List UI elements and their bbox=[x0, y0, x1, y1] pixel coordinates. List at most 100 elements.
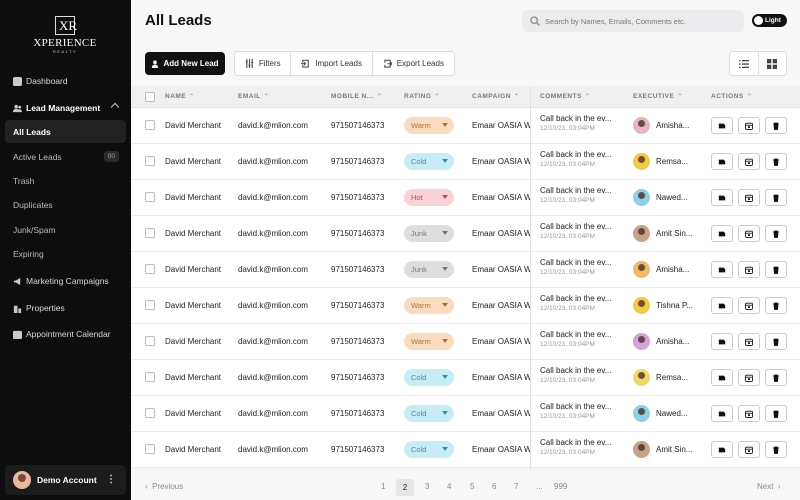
filters-button[interactable]: Filters bbox=[235, 52, 292, 75]
trash-button[interactable] bbox=[765, 333, 787, 350]
view-button[interactable] bbox=[711, 225, 733, 242]
executive[interactable]: Remsa... bbox=[633, 369, 688, 386]
lead-comment[interactable]: Call back in the ev... 12/10/23, 03:04PM bbox=[540, 330, 622, 348]
executive[interactable]: Amit Sin... bbox=[633, 225, 692, 242]
select-all-checkbox[interactable] bbox=[145, 92, 155, 102]
trash-button[interactable] bbox=[765, 369, 787, 386]
next-page-button[interactable]: Next › bbox=[757, 482, 781, 491]
calendar-button[interactable] bbox=[738, 261, 760, 278]
import-leads-button[interactable]: Import Leads bbox=[291, 52, 373, 75]
row-checkbox[interactable] bbox=[145, 408, 155, 418]
rating-dropdown[interactable]: Warm bbox=[404, 117, 454, 134]
rating-dropdown[interactable]: Hot bbox=[404, 189, 454, 206]
sidebar-item-expiring[interactable]: Expiring bbox=[13, 244, 44, 264]
page-4-button[interactable]: 4 bbox=[447, 482, 451, 491]
rating-dropdown[interactable]: Cold bbox=[404, 441, 454, 458]
table-row[interactable]: David Merchant david.k@mlion.com 971507146… bbox=[131, 216, 800, 252]
trash-button[interactable] bbox=[765, 225, 787, 242]
previous-page-button[interactable]: ‹ Previous bbox=[145, 482, 183, 491]
calendar-button[interactable] bbox=[738, 189, 760, 206]
kebab-menu-icon[interactable]: ⋮ bbox=[106, 475, 116, 485]
column-header-email[interactable]: EMAIL ⌃ bbox=[238, 93, 269, 100]
lead-comment[interactable]: Call back in the ev... 12/10/23, 03:04PM bbox=[540, 366, 622, 384]
trash-button[interactable] bbox=[765, 117, 787, 134]
lead-comment[interactable]: Call back in the ev... 12/10/23, 03:04PM bbox=[540, 222, 622, 240]
row-checkbox[interactable] bbox=[145, 336, 155, 346]
trash-button[interactable] bbox=[765, 261, 787, 278]
column-header-executive[interactable]: EXECUTIVE ⌃ bbox=[633, 93, 683, 100]
trash-button[interactable] bbox=[765, 297, 787, 314]
sidebar-item-marketing-campaigns[interactable]: Marketing Campaigns bbox=[0, 270, 131, 292]
add-new-lead-button[interactable]: Add New Lead bbox=[145, 52, 225, 75]
executive[interactable]: Amisha... bbox=[633, 117, 689, 134]
table-row[interactable]: David Merchant david.k@mlion.com 971507146… bbox=[131, 360, 800, 396]
row-checkbox[interactable] bbox=[145, 156, 155, 166]
executive[interactable]: Amisha... bbox=[633, 333, 689, 350]
page-5-button[interactable]: 5 bbox=[470, 482, 474, 491]
row-checkbox[interactable] bbox=[145, 192, 155, 202]
executive[interactable]: Nawed... bbox=[633, 405, 688, 422]
calendar-button[interactable] bbox=[738, 405, 760, 422]
sidebar-item-active-leads[interactable]: Active Leads bbox=[13, 147, 62, 167]
view-button[interactable] bbox=[711, 333, 733, 350]
view-button[interactable] bbox=[711, 117, 733, 134]
lead-name[interactable]: David Merchant bbox=[165, 409, 233, 418]
column-header-comments[interactable]: COMMENTS ⌃ bbox=[540, 93, 590, 100]
page-1-button[interactable]: 1 bbox=[381, 482, 385, 491]
table-row[interactable]: David Merchant david.k@mlion.com 971507146… bbox=[131, 108, 800, 144]
sidebar-item-dashboard[interactable]: Dashboard bbox=[0, 70, 131, 92]
sidebar-item-junk-spam[interactable]: Junk/Spam bbox=[13, 220, 56, 240]
rating-dropdown[interactable]: Warm bbox=[404, 297, 454, 314]
row-checkbox[interactable] bbox=[145, 444, 155, 454]
rating-dropdown[interactable]: Junk bbox=[404, 225, 454, 242]
grid-view-button[interactable] bbox=[759, 52, 787, 75]
table-row[interactable]: David Merchant david.k@mlion.com 971507146… bbox=[131, 180, 800, 216]
lead-comment[interactable]: Call back in the ev... 12/10/23, 03:04PM bbox=[540, 114, 622, 132]
column-header-mobile[interactable]: MOBILE N... ⌃ bbox=[331, 93, 382, 100]
view-button[interactable] bbox=[711, 297, 733, 314]
column-header-name[interactable]: NAME ⌃ bbox=[165, 93, 195, 100]
row-checkbox[interactable] bbox=[145, 372, 155, 382]
search-input[interactable] bbox=[545, 16, 740, 26]
lead-name[interactable]: David Merchant bbox=[165, 337, 233, 346]
table-row[interactable]: David Merchant david.k@mlion.com 971507146… bbox=[131, 288, 800, 324]
theme-toggle[interactable]: Light bbox=[752, 14, 787, 27]
lead-name[interactable]: David Merchant bbox=[165, 157, 233, 166]
view-button[interactable] bbox=[711, 153, 733, 170]
calendar-button[interactable] bbox=[738, 225, 760, 242]
lead-comment[interactable]: Call back in the ev... 12/10/23, 03:04PM bbox=[540, 402, 622, 420]
lead-name[interactable]: David Merchant bbox=[165, 229, 233, 238]
rating-dropdown[interactable]: Cold bbox=[404, 369, 454, 386]
rating-dropdown[interactable]: Cold bbox=[404, 153, 454, 170]
executive[interactable]: Remsa... bbox=[633, 153, 688, 170]
executive[interactable]: Nawed... bbox=[633, 189, 688, 206]
lead-name[interactable]: David Merchant bbox=[165, 193, 233, 202]
page-999-button[interactable]: 999 bbox=[554, 482, 567, 491]
calendar-button[interactable] bbox=[738, 369, 760, 386]
lead-comment[interactable]: Call back in the ev... 12/10/23, 03:04PM bbox=[540, 150, 622, 168]
trash-button[interactable] bbox=[765, 405, 787, 422]
rating-dropdown[interactable]: Junk bbox=[404, 261, 454, 278]
row-checkbox[interactable] bbox=[145, 228, 155, 238]
sidebar-item-trash[interactable]: Trash bbox=[13, 171, 34, 191]
account-menu[interactable]: Demo Account ⋮ bbox=[5, 465, 126, 495]
view-button[interactable] bbox=[711, 441, 733, 458]
trash-button[interactable] bbox=[765, 441, 787, 458]
search-box[interactable] bbox=[522, 10, 744, 32]
sidebar-item-appointment-calendar[interactable]: Appointment Calendar bbox=[0, 323, 131, 345]
view-button[interactable] bbox=[711, 189, 733, 206]
sidebar-item-all-leads[interactable]: All Leads bbox=[5, 120, 126, 143]
trash-button[interactable] bbox=[765, 153, 787, 170]
lead-comment[interactable]: Call back in the ev... 12/10/23, 03:04PM bbox=[540, 294, 622, 312]
calendar-button[interactable] bbox=[738, 333, 760, 350]
lead-name[interactable]: David Merchant bbox=[165, 445, 233, 454]
lead-name[interactable]: David Merchant bbox=[165, 121, 233, 130]
sidebar-item-duplicates[interactable]: Duplicates bbox=[13, 195, 53, 215]
page-6-button[interactable]: 6 bbox=[492, 482, 496, 491]
calendar-button[interactable] bbox=[738, 297, 760, 314]
page-7-button[interactable]: 7 bbox=[514, 482, 518, 491]
row-checkbox[interactable] bbox=[145, 264, 155, 274]
brand-logo[interactable]: XR XPERIENCE REALTY bbox=[33, 16, 97, 54]
page-3-button[interactable]: 3 bbox=[425, 482, 429, 491]
executive[interactable]: Amisha... bbox=[633, 261, 689, 278]
